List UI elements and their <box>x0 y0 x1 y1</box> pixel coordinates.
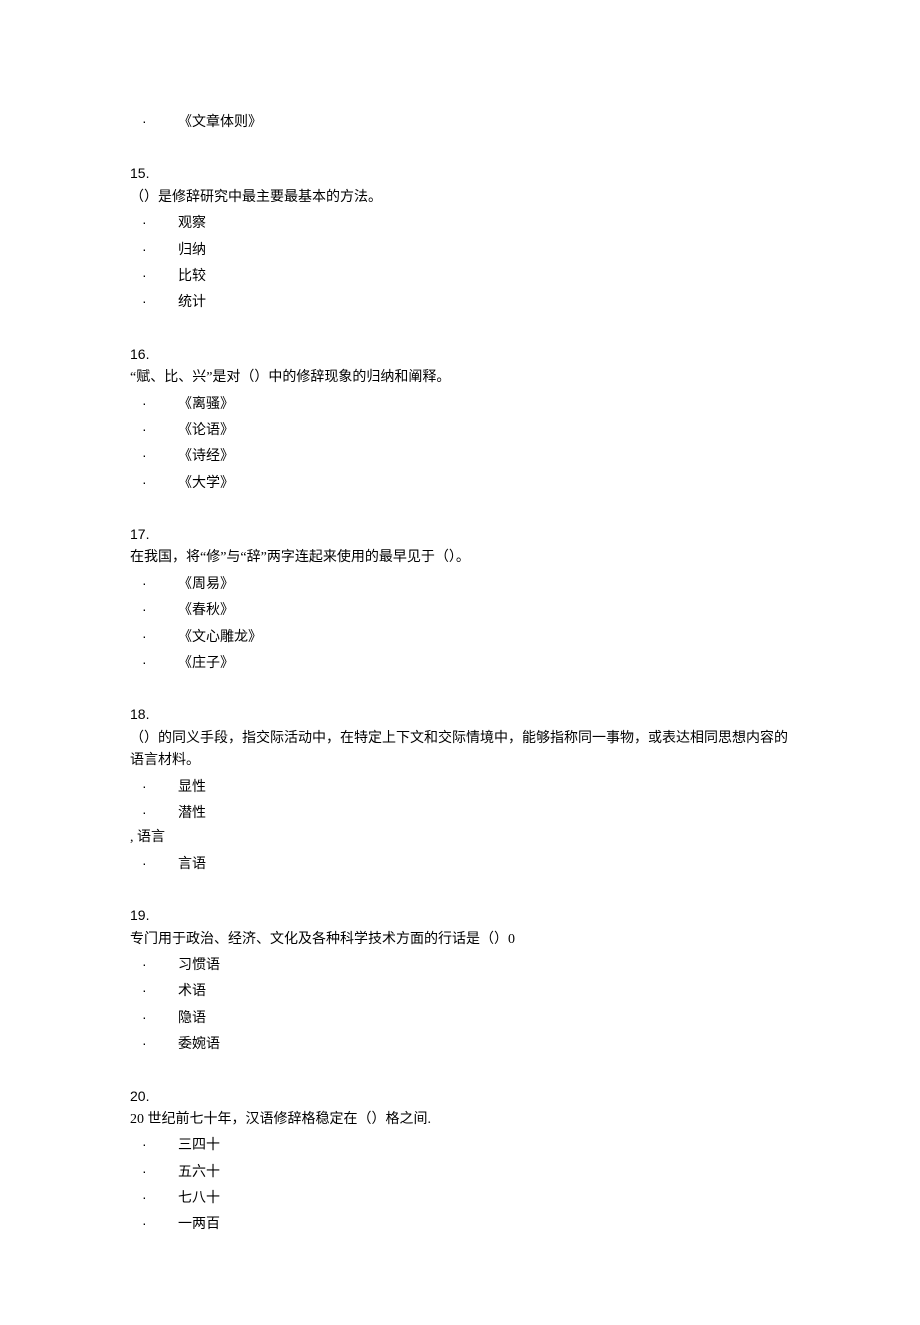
option-item: · 比较 <box>130 264 790 288</box>
question-17: 17. 在我国，将“修”与“辞”两字连起来使用的最早见于（）。 · 《周易》 ·… <box>130 523 790 675</box>
option-text: 潜性 <box>178 803 790 825</box>
bullet-icon: · <box>130 953 178 975</box>
option-text: 三四十 <box>178 1135 790 1157</box>
bullet-icon: · <box>130 775 178 797</box>
option-text: 《大学》 <box>178 473 790 495</box>
option-item: · 五六十 <box>130 1160 790 1184</box>
option-text: 统计 <box>178 292 790 314</box>
bullet-icon: · <box>130 979 178 1001</box>
option-item: · 《春秋》 <box>130 598 790 622</box>
question-number: 18. <box>130 703 790 725</box>
option-item: · 言语 <box>130 852 790 876</box>
bullet-icon: · <box>130 1133 178 1155</box>
bullet-icon: · <box>130 852 178 874</box>
question-number: 20. <box>130 1085 790 1107</box>
option-item: · 《文心雕龙》 <box>130 625 790 649</box>
question-text: 20 世纪前七十年，汉语修辞格稳定在（）格之间. <box>130 1109 790 1131</box>
bullet-icon: · <box>130 1212 178 1234</box>
option-item: · 归纳 <box>130 238 790 262</box>
bullet-icon: · <box>130 290 178 312</box>
option-item: · 《庄子》 <box>130 651 790 675</box>
question-text: （）是修辞研究中最主要最基本的方法。 <box>130 187 790 209</box>
option-item: · 观察 <box>130 211 790 235</box>
bullet-icon: · <box>130 264 178 286</box>
option-text: 《文章体则》 <box>178 112 790 134</box>
bullet-icon: · <box>130 598 178 620</box>
option-item: · 潜性 <box>130 801 790 825</box>
bullet-icon: · <box>130 238 178 260</box>
option-item: · 隐语 <box>130 1006 790 1030</box>
question-text: “赋、比、兴”是对（）中的修辞现象的归纳和阐释。 <box>130 367 790 389</box>
option-item: · 《周易》 <box>130 572 790 596</box>
question-text: 在我国，将“修”与“辞”两字连起来使用的最早见于（）。 <box>130 547 790 569</box>
inline-note: , 语言 <box>130 827 790 849</box>
option-item: · 七八十 <box>130 1186 790 1210</box>
option-text: 《论语》 <box>178 420 790 442</box>
option-text: 一两百 <box>178 1214 790 1236</box>
option-item: · 《诗经》 <box>130 444 790 468</box>
question-text: （）的同义手段，指交际活动中，在特定上下文和交际情境中，能够指称同一事物，或表达… <box>130 728 790 773</box>
question-15: 15. （）是修辞研究中最主要最基本的方法。 · 观察 · 归纳 · 比较 · … <box>130 162 790 314</box>
option-item: · 统计 <box>130 290 790 314</box>
option-text: 《诗经》 <box>178 446 790 468</box>
question-text: 专门用于政治、经济、文化及各种科学技术方面的行话是（）0 <box>130 929 790 951</box>
option-item: · 术语 <box>130 979 790 1003</box>
question-number: 16. <box>130 343 790 365</box>
bullet-icon: · <box>130 572 178 594</box>
bullet-icon: · <box>130 392 178 414</box>
option-text: 言语 <box>178 854 790 876</box>
option-item: · 《论语》 <box>130 418 790 442</box>
option-text: 《春秋》 <box>178 600 790 622</box>
option-text: 七八十 <box>178 1188 790 1210</box>
question-number: 15. <box>130 162 790 184</box>
option-item: · 一两百 <box>130 1212 790 1236</box>
bullet-icon: · <box>130 418 178 440</box>
bullet-icon: · <box>130 651 178 673</box>
bullet-icon: · <box>130 1006 178 1028</box>
bullet-icon: · <box>130 1032 178 1054</box>
option-item: · 习惯语 <box>130 953 790 977</box>
option-text: 观察 <box>178 213 790 235</box>
orphan-option: · 《文章体则》 <box>130 110 790 134</box>
option-text: 归纳 <box>178 240 790 262</box>
option-text: 比较 <box>178 266 790 288</box>
option-text: 习惯语 <box>178 955 790 977</box>
option-text: 委婉语 <box>178 1034 790 1056</box>
question-18: 18. （）的同义手段，指交际活动中，在特定上下文和交际情境中，能够指称同一事物… <box>130 703 790 876</box>
option-text: 《周易》 <box>178 574 790 596</box>
option-item: · 显性 <box>130 775 790 799</box>
option-item: · 《大学》 <box>130 471 790 495</box>
option-item: · 《离骚》 <box>130 392 790 416</box>
option-item: · 委婉语 <box>130 1032 790 1056</box>
option-text: 《文心雕龙》 <box>178 627 790 649</box>
bullet-icon: · <box>130 211 178 233</box>
question-20: 20. 20 世纪前七十年，汉语修辞格稳定在（）格之间. · 三四十 · 五六十… <box>130 1085 790 1237</box>
option-text: 五六十 <box>178 1162 790 1184</box>
bullet-icon: · <box>130 1160 178 1182</box>
bullet-icon: · <box>130 110 178 132</box>
question-16: 16. “赋、比、兴”是对（）中的修辞现象的归纳和阐释。 · 《离骚》 · 《论… <box>130 343 790 495</box>
option-text: 术语 <box>178 981 790 1003</box>
bullet-icon: · <box>130 625 178 647</box>
bullet-icon: · <box>130 444 178 466</box>
question-number: 19. <box>130 904 790 926</box>
bullet-icon: · <box>130 1186 178 1208</box>
option-text: 隐语 <box>178 1008 790 1030</box>
option-text: 显性 <box>178 777 790 799</box>
bullet-icon: · <box>130 801 178 823</box>
question-number: 17. <box>130 523 790 545</box>
bullet-icon: · <box>130 471 178 493</box>
option-text: 《离骚》 <box>178 394 790 416</box>
question-19: 19. 专门用于政治、经济、文化及各种科学技术方面的行话是（）0 · 习惯语 ·… <box>130 904 790 1056</box>
option-item: · 三四十 <box>130 1133 790 1157</box>
option-text: 《庄子》 <box>178 653 790 675</box>
